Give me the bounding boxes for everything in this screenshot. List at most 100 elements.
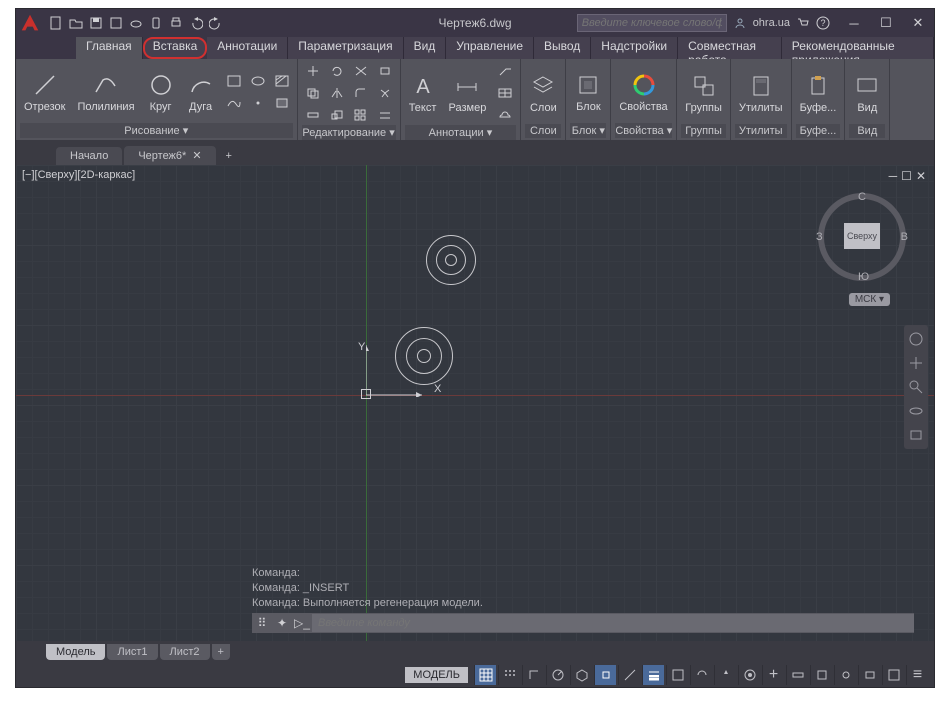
cmd-menu-icon[interactable]: ✦: [272, 613, 292, 633]
username-label[interactable]: ohra.ua: [753, 17, 790, 29]
lineweight-icon[interactable]: [642, 665, 664, 685]
otrack-icon[interactable]: [618, 665, 640, 685]
command-input[interactable]: [312, 614, 914, 632]
tab-collab[interactable]: Совместная работа: [678, 37, 782, 59]
panel-props-title[interactable]: Свойства ▾: [615, 123, 672, 138]
tab-annotate[interactable]: Аннотации: [207, 37, 288, 59]
redo-icon[interactable]: [208, 15, 224, 31]
viewcube-e[interactable]: В: [901, 231, 908, 243]
search-input[interactable]: [577, 14, 727, 32]
print-icon[interactable]: [168, 15, 184, 31]
open-icon[interactable]: [68, 15, 84, 31]
transparency-icon[interactable]: [666, 665, 688, 685]
move-icon[interactable]: [302, 61, 324, 81]
quickprops-icon[interactable]: [810, 665, 832, 685]
circle-button[interactable]: Круг: [143, 69, 179, 115]
layout-tab-add[interactable]: +: [212, 644, 230, 660]
close-button[interactable]: ✕: [902, 9, 934, 37]
block-button[interactable]: Блок: [570, 69, 606, 115]
table-icon[interactable]: [494, 83, 516, 103]
workspace-icon[interactable]: [738, 665, 760, 685]
wheel-icon[interactable]: [908, 331, 924, 347]
utils-button[interactable]: Утилиты: [735, 70, 787, 116]
viewcube-w[interactable]: З: [816, 231, 823, 243]
explode-icon[interactable]: [374, 83, 396, 103]
tab-home[interactable]: Главная: [76, 37, 143, 59]
isodraft-icon[interactable]: [570, 665, 592, 685]
viewcube-n[interactable]: С: [858, 191, 866, 203]
polar-icon[interactable]: [546, 665, 568, 685]
isolate-icon[interactable]: [834, 665, 856, 685]
mobile-icon[interactable]: [148, 15, 164, 31]
tab-featured[interactable]: Рекомендованные приложения: [782, 37, 934, 59]
drawing-area[interactable]: [−][Сверху][2D-каркас] ─ ☐ ✕ Y X Сверху …: [16, 165, 934, 663]
clipboard-button[interactable]: Буфе...: [796, 70, 841, 116]
offset-icon[interactable]: [374, 105, 396, 125]
viewcube-s[interactable]: Ю: [858, 271, 869, 283]
vp-min-icon[interactable]: ─: [889, 169, 898, 183]
annomonitor-icon[interactable]: +: [762, 665, 784, 685]
customize-icon[interactable]: ≡: [906, 665, 928, 685]
tab-addins[interactable]: Надстройки: [591, 37, 678, 59]
viewcube[interactable]: Сверху С Ю В З: [818, 193, 906, 281]
wcs-badge[interactable]: МСК ▾: [849, 293, 890, 306]
dimension-button[interactable]: Размер: [445, 70, 491, 116]
new-icon[interactable]: [48, 15, 64, 31]
zoom-icon[interactable]: [908, 379, 924, 395]
ellipse-icon[interactable]: [247, 71, 269, 91]
cycling-icon[interactable]: [690, 665, 712, 685]
ortho-icon[interactable]: [522, 665, 544, 685]
layout-tab-sheet2[interactable]: Лист2: [160, 644, 210, 660]
tab-parametric[interactable]: Параметризация: [288, 37, 403, 59]
maximize-button[interactable]: ☐: [870, 9, 902, 37]
orbit-icon[interactable]: [908, 403, 924, 419]
mirror-icon[interactable]: [326, 83, 348, 103]
pan-icon[interactable]: [908, 355, 924, 371]
app-logo[interactable]: [16, 9, 44, 37]
layout-tab-model[interactable]: Модель: [46, 644, 105, 660]
panel-draw-title[interactable]: Рисование ▾: [20, 123, 293, 138]
stretch-icon[interactable]: [302, 105, 324, 125]
drawing-circle-1-inner[interactable]: [445, 254, 457, 266]
rect-icon[interactable]: [223, 71, 245, 91]
region-icon[interactable]: [271, 93, 293, 113]
annoscale-icon[interactable]: [714, 665, 736, 685]
panel-edit-title[interactable]: Редактирование ▾: [302, 125, 396, 140]
doc-tab-new[interactable]: +: [218, 147, 240, 165]
cloud-icon[interactable]: [128, 15, 144, 31]
signin-icon[interactable]: [733, 16, 747, 30]
tab-manage[interactable]: Управление: [446, 37, 534, 59]
tab-output[interactable]: Вывод: [534, 37, 591, 59]
cmd-handle-icon[interactable]: ⠿: [252, 613, 272, 633]
erase-icon[interactable]: [374, 61, 396, 81]
grid-toggle-icon[interactable]: [474, 665, 496, 685]
arc-button[interactable]: Дуга: [183, 69, 219, 115]
save-icon[interactable]: [88, 15, 104, 31]
text-button[interactable]: AТекст: [405, 70, 441, 116]
viewcube-face[interactable]: Сверху: [844, 223, 880, 249]
close-tab-icon[interactable]: ✕: [192, 149, 201, 162]
drawing-circle-2-inner[interactable]: [417, 349, 431, 363]
panel-block-title[interactable]: Блок ▾: [570, 123, 606, 138]
layout-tab-sheet1[interactable]: Лист1: [107, 644, 157, 660]
point-icon[interactable]: [247, 93, 269, 113]
rotate-icon[interactable]: [326, 61, 348, 81]
cleanscreen-icon[interactable]: [882, 665, 904, 685]
vp-close-icon[interactable]: ✕: [916, 169, 926, 183]
leader-icon[interactable]: [494, 61, 516, 81]
groups-button[interactable]: Группы: [681, 70, 726, 116]
scale-icon[interactable]: [326, 105, 348, 125]
undo-icon[interactable]: [188, 15, 204, 31]
view-button[interactable]: Вид: [849, 70, 885, 116]
saveas-icon[interactable]: [108, 15, 124, 31]
layers-button[interactable]: Слои: [525, 70, 561, 116]
copy-icon[interactable]: [302, 83, 324, 103]
doc-tab-current[interactable]: Чертеж6*✕: [124, 146, 215, 165]
polyline-button[interactable]: Полилиния: [73, 69, 138, 115]
osnap-icon[interactable]: [594, 665, 616, 685]
panel-annotate-title[interactable]: Аннотации ▾: [405, 125, 517, 140]
trim-icon[interactable]: [350, 61, 372, 81]
help-icon[interactable]: ?: [816, 16, 830, 30]
doc-tab-home[interactable]: Начало: [56, 147, 122, 165]
viewport-label[interactable]: [−][Сверху][2D-каркас]: [22, 169, 135, 181]
